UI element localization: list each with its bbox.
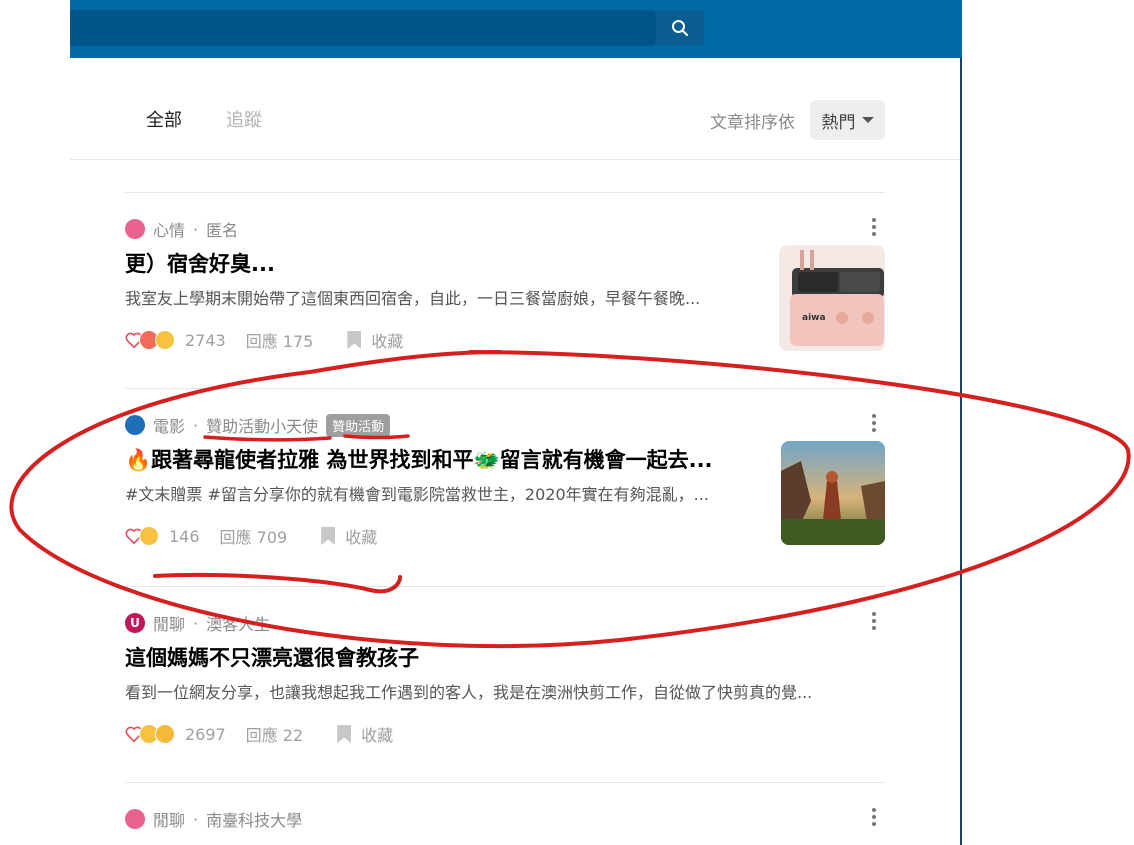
sort-dropdown[interactable]: 熱門: [810, 100, 885, 140]
post-divider: [125, 586, 885, 587]
post-meta: 閒聊 · 南臺科技大學: [125, 808, 302, 830]
post-meta: U 閒聊 · 澳客人生: [125, 612, 270, 634]
post-card[interactable]: 閒聊 · 南臺科技大學: [125, 808, 885, 845]
meta-separator: ·: [193, 809, 199, 829]
post-excerpt: 看到一位網友分享，也讓我想起我工作遇到的客人，我是在澳洲快剪工作，自從做了快剪真…: [125, 683, 813, 702]
cry-emoji-icon: [139, 526, 159, 546]
search-button[interactable]: [656, 10, 704, 46]
avatar: U: [125, 613, 145, 633]
post-category[interactable]: 電影: [153, 413, 185, 437]
feed-tabs-bar: 全部 追蹤 文章排序依 熱門: [70, 58, 960, 160]
post-divider: [125, 192, 885, 193]
post-category[interactable]: 閒聊: [153, 611, 185, 635]
brand-text: aiwa: [802, 313, 826, 323]
avatar: [125, 219, 145, 239]
post-excerpt: #文末贈票 #留言分享你的就有機會到電影院當救世主，2020年實在有夠混亂，..…: [125, 485, 709, 504]
meta-separator: ·: [193, 219, 199, 239]
post-meta: 電影 · 贊助活動小天使 贊助活動: [125, 413, 391, 437]
page-right-border: [960, 58, 962, 845]
sort-value: 熱門: [821, 112, 856, 133]
post-author: 澳客人生: [206, 615, 271, 634]
more-options-icon[interactable]: [871, 414, 877, 432]
bookmark-icon[interactable]: [337, 725, 352, 743]
post-stats: 146 回應 709 收藏: [125, 524, 377, 548]
post-stats: 2743 回應 175 收藏: [125, 328, 403, 352]
post-title[interactable]: 更）宿舍好臭...: [125, 248, 750, 278]
reply-count: 回應 709: [219, 528, 288, 547]
tab-following[interactable]: 追蹤: [226, 106, 262, 132]
reaction-icons: [125, 330, 175, 350]
post-card[interactable]: 心情 · 匿名 更）宿舍好臭... 我室友上學期末開始帶了這個東西回宿舍，自此，…: [125, 218, 885, 368]
like-count: 146: [169, 526, 200, 546]
annotation-underline-stats: [153, 572, 402, 594]
reply-count: 回應 22: [245, 726, 304, 745]
post-category[interactable]: 閒聊: [153, 807, 185, 831]
post-excerpt: 我室友上學期末開始帶了這個東西回宿舍，自此，一日三餐當廚娘，早餐午餐晚...: [125, 289, 701, 308]
post-title[interactable]: 這個媽媽不只漂亮還很會教孩子: [125, 642, 875, 672]
more-options-icon[interactable]: [871, 612, 877, 630]
tab-all[interactable]: 全部: [146, 106, 182, 132]
reaction-icons: [125, 724, 175, 744]
meta-separator: ·: [193, 613, 199, 633]
post-author: 南臺科技大學: [206, 811, 303, 830]
avatar: [125, 809, 145, 829]
post-thumbnail[interactable]: aiwa: [779, 245, 885, 351]
sort-label: 文章排序依: [710, 113, 795, 133]
post-thumbnail[interactable]: [781, 441, 885, 545]
post-author: 匿名: [206, 221, 239, 240]
top-bar: [70, 0, 962, 58]
sad-emoji-icon: [155, 330, 175, 350]
more-options-icon[interactable]: [871, 218, 877, 236]
post-stats: 2697 回應 22 收藏: [125, 722, 393, 746]
post-divider: [125, 388, 885, 389]
post-card[interactable]: U 閒聊 · 澳客人生 這個媽媽不只漂亮還很會教孩子 看到一位網友分享，也讓我想…: [125, 612, 885, 762]
post-category[interactable]: 心情: [153, 217, 185, 241]
bookmark-label[interactable]: 收藏: [361, 722, 393, 746]
post-divider: [125, 782, 885, 783]
reaction-icons: [125, 526, 159, 546]
post-card[interactable]: 電影 · 贊助活動小天使 贊助活動 🔥跟著尋龍使者拉雅 為世界找到和平🐲留言就有…: [125, 413, 885, 564]
sponsored-badge: 贊助活動: [326, 413, 391, 437]
reply-count: 回應 175: [245, 332, 314, 351]
post-title[interactable]: 🔥跟著尋龍使者拉雅 為世界找到和平🐲留言就有機會一起去...: [125, 444, 750, 474]
avatar: [125, 415, 145, 435]
bookmark-label[interactable]: 收藏: [371, 328, 403, 352]
movie-poster-image: [781, 441, 885, 545]
meta-separator: ·: [193, 415, 199, 435]
bookmark-icon[interactable]: [321, 527, 336, 545]
like-count: 2697: [185, 724, 226, 744]
grill-image: aiwa: [780, 246, 884, 350]
search-icon: [672, 20, 688, 36]
more-options-icon[interactable]: [871, 808, 877, 826]
like-count: 2743: [185, 330, 226, 350]
bookmark-icon[interactable]: [347, 331, 362, 349]
caret-down-icon: [861, 117, 874, 123]
laugh-emoji-icon: [155, 724, 175, 744]
bookmark-label[interactable]: 收藏: [345, 524, 377, 548]
post-author: 贊助活動小天使: [206, 417, 319, 436]
search-input[interactable]: [70, 10, 656, 46]
post-meta: 心情 · 匿名: [125, 218, 238, 240]
